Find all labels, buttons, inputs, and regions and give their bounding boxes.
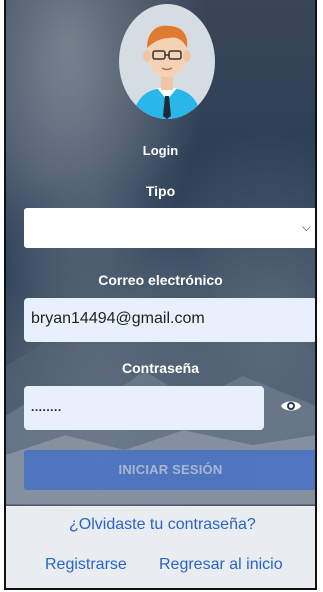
chevron-down-icon: ⌵ (301, 220, 311, 234)
back-home-link[interactable]: Regresar al inicio (159, 556, 283, 574)
forgot-password-link[interactable]: ¿Olvidaste tu contraseña? (69, 516, 256, 534)
type-label: Tipo (145, 183, 176, 199)
user-avatar-icon (119, 4, 215, 119)
password-label: Contraseña (121, 360, 200, 376)
login-panel: Login Tipo ⌵ Correo electrónico bryan144… (4, 0, 317, 590)
login-button[interactable]: INICIAR SESIÓN (24, 450, 315, 490)
register-link[interactable]: Registrarse (45, 556, 127, 574)
email-label: Correo electrónico (98, 272, 223, 288)
eye-icon[interactable] (280, 398, 302, 414)
email-field[interactable]: bryan14494@gmail.com (24, 298, 315, 342)
login-title: Login (142, 143, 179, 158)
type-select[interactable]: ⌵ (24, 208, 315, 248)
password-field[interactable]: ........ (24, 386, 264, 430)
footer-links: ¿Olvidaste tu contraseña? Registrarse Re… (6, 506, 315, 588)
